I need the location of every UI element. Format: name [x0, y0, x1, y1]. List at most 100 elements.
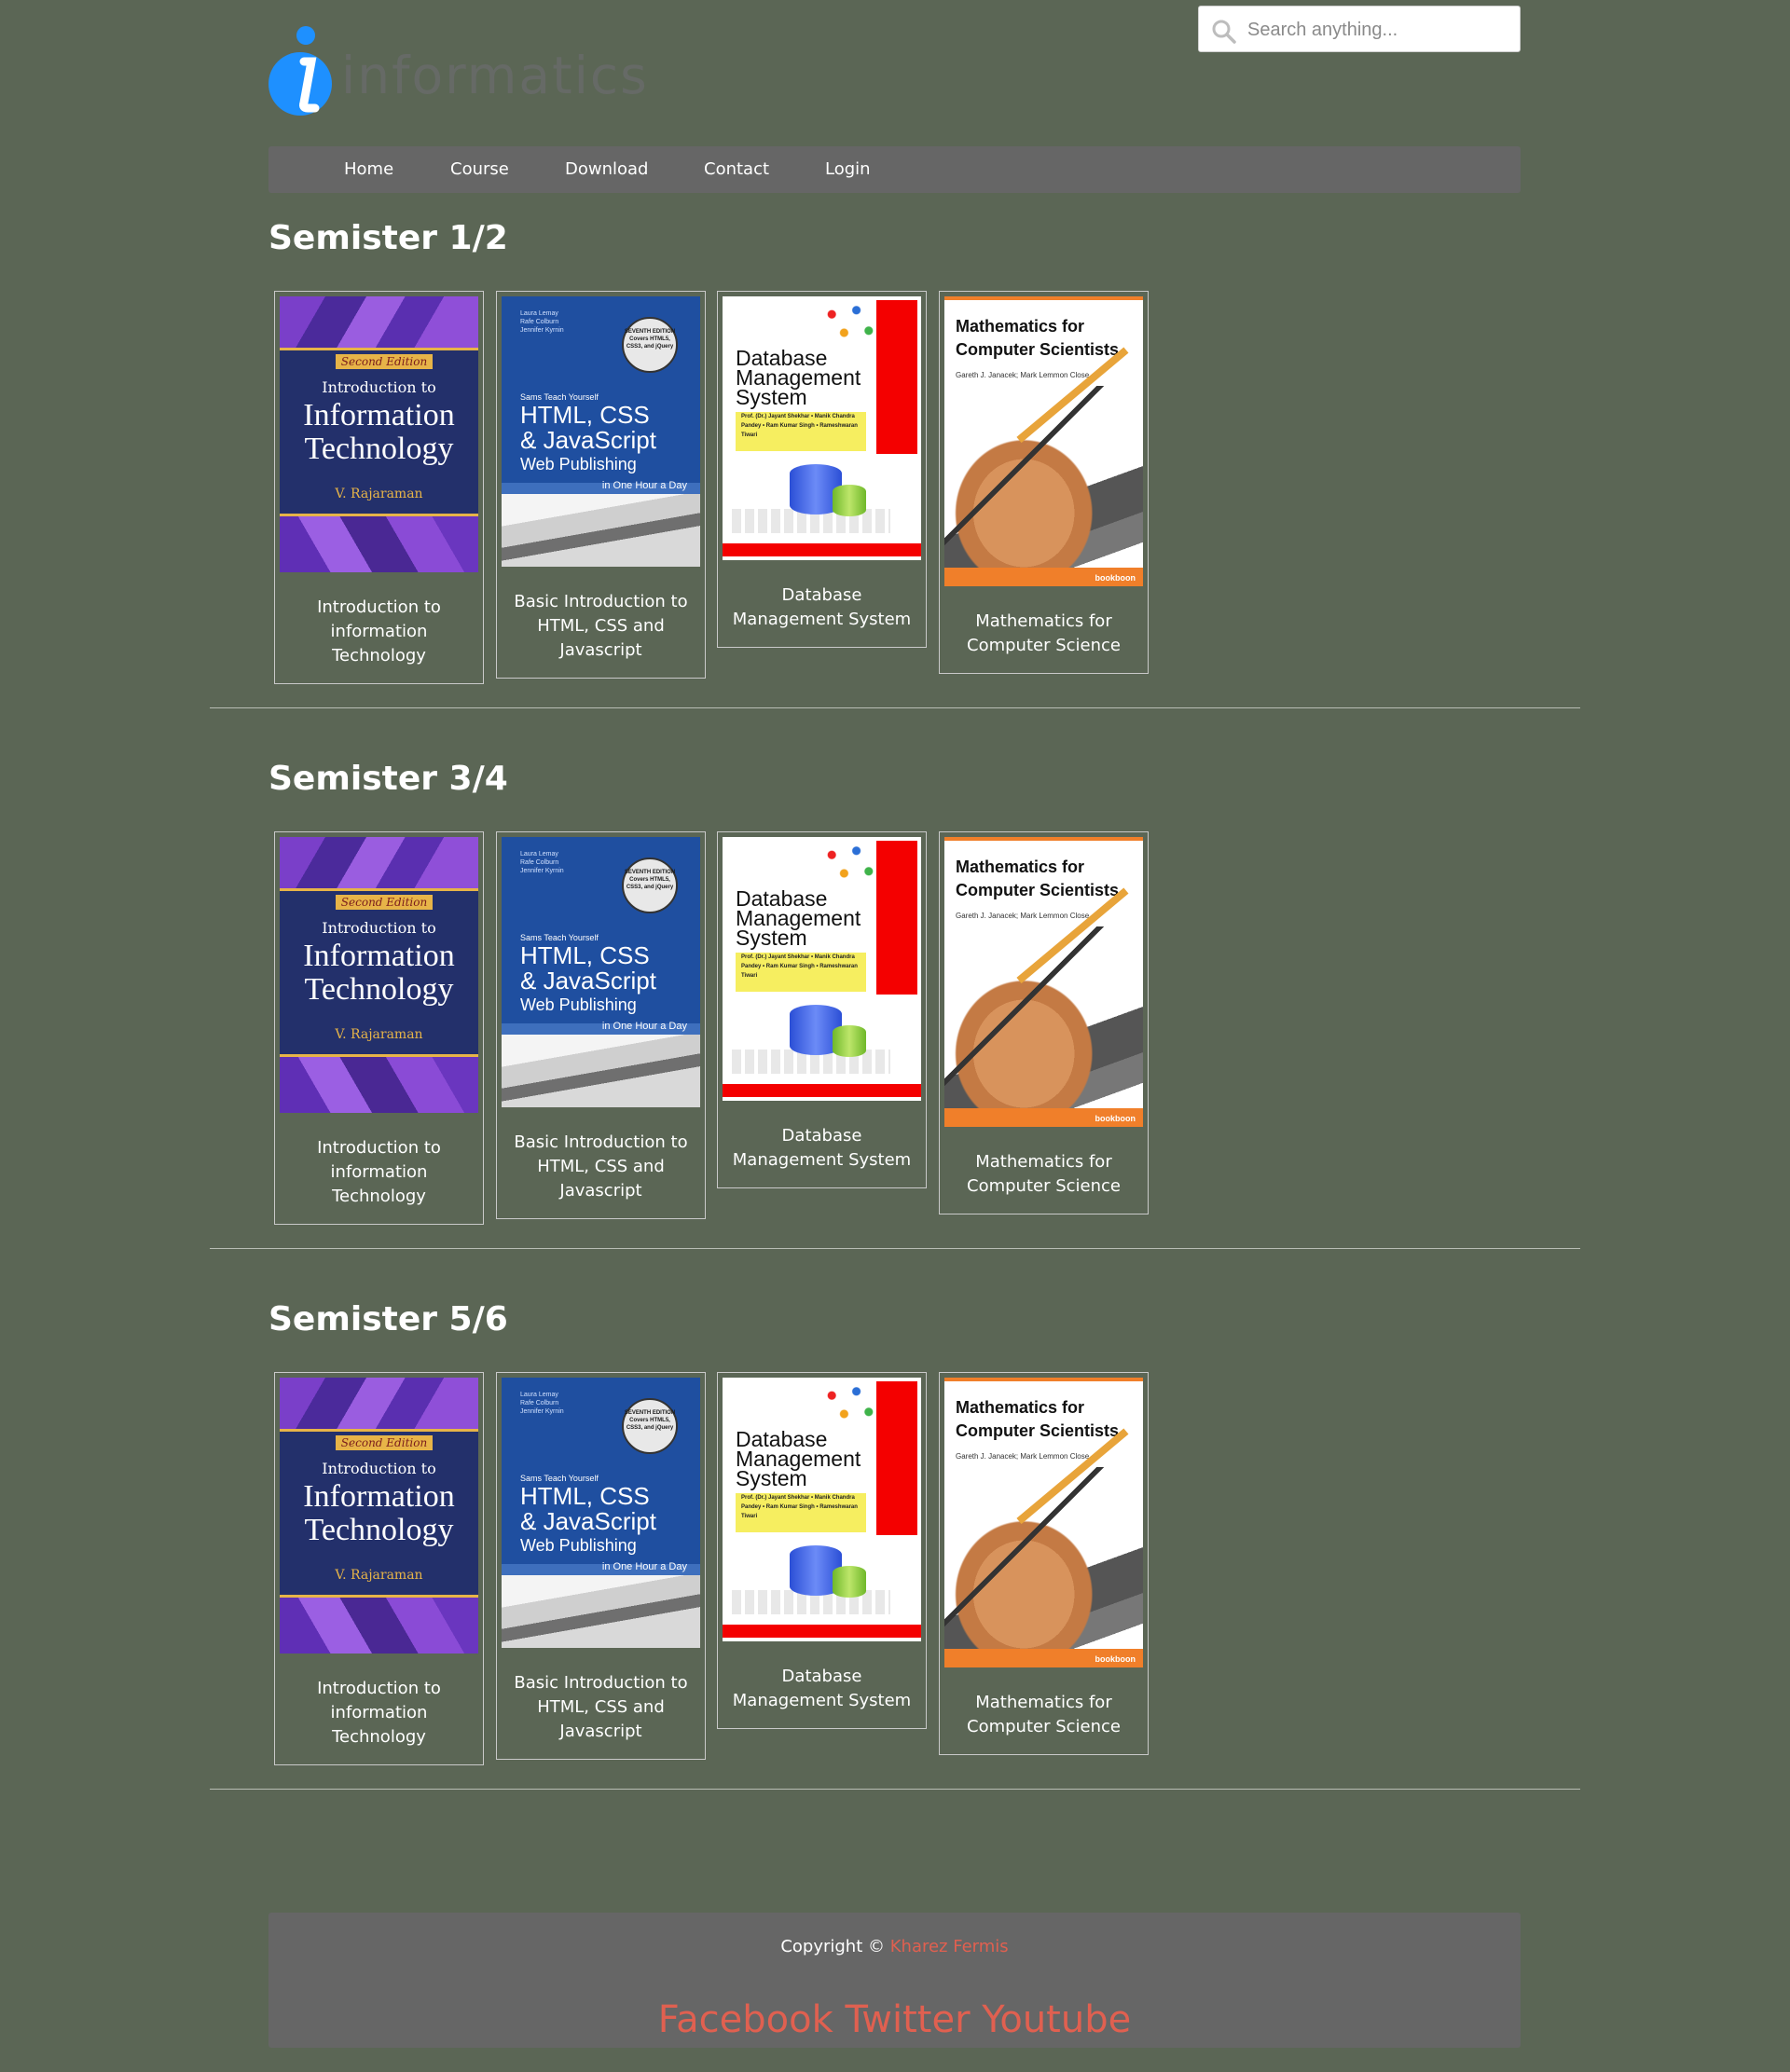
info-logo-icon: [268, 26, 332, 116]
cover-authors: Laura Lemay Rafe Colburn Jennifer Kyrnin: [520, 1392, 564, 1415]
search-icon: [1212, 20, 1236, 44]
book-card-it[interactable]: Second Edition Introduction to Informati…: [274, 291, 484, 684]
cover-edition: Second Edition: [336, 354, 433, 369]
cover-author: V. Rajaraman: [335, 487, 423, 501]
cover-tagline: in One Hour a Day: [601, 1561, 687, 1572]
book-cover-math[interactable]: Mathematics for Computer Scientists Garet…: [944, 1378, 1143, 1667]
book-card-math[interactable]: Mathematics for Computer Scientists Garet…: [939, 291, 1149, 674]
author-link[interactable]: Kharez Fermis: [890, 1937, 1009, 1956]
cover-subtitle: Web Publishing: [520, 995, 637, 1014]
book-cover-it[interactable]: Second Edition Introduction to Informati…: [280, 1378, 478, 1653]
book-cover-db[interactable]: Database Management System Prof. (Dr.) Jay…: [723, 837, 921, 1101]
book-card-it[interactable]: Second Edition Introduction to Informati…: [274, 1372, 484, 1765]
book-caption[interactable]: Mathematics for Computer Science: [944, 1667, 1143, 1754]
search-input[interactable]: [1246, 7, 1515, 53]
cover-line1: Introduction to: [322, 378, 436, 396]
cover-title: Database Management System: [736, 1427, 861, 1490]
social-links: Facebook Twitter Youtube: [268, 1998, 1521, 2041]
cover-authors: Prof. (Dr.) Jayant Shekhar • Manik Chand…: [736, 412, 866, 451]
cover-authors: Prof. (Dr.) Jayant Shekhar • Manik Chand…: [736, 1493, 866, 1532]
book-card-db[interactable]: Database Management System Prof. (Dr.) Jay…: [717, 831, 927, 1188]
cover-title: Mathematics for Computer Scientists: [956, 858, 1120, 899]
section-divider: [210, 1248, 1580, 1249]
cover-badge: SEVENTH EDITION Covers HTML5, CSS3, and …: [622, 1398, 678, 1454]
book-cover-db[interactable]: Database Management System Prof. (Dr.) Jay…: [723, 1378, 921, 1641]
site-logo[interactable]: informatics: [268, 26, 660, 119]
book-caption[interactable]: Database Management System: [723, 1641, 921, 1728]
book-caption[interactable]: Introduction to information Technology: [280, 572, 478, 683]
nav-course[interactable]: Course: [450, 146, 509, 193]
cover-tagline: in One Hour a Day: [601, 480, 687, 491]
book-card-math[interactable]: Mathematics for Computer Scientists Garet…: [939, 831, 1149, 1214]
cover-edition: Second Edition: [336, 895, 433, 910]
twitter-link[interactable]: Twitter: [845, 1998, 970, 2041]
book-card-it[interactable]: Second Edition Introduction to Informati…: [274, 831, 484, 1225]
book-caption[interactable]: Database Management System: [723, 1101, 921, 1187]
book-card-html[interactable]: Laura Lemay Rafe Colburn Jennifer Kyrnin…: [496, 831, 706, 1219]
section-title: Semister 1/2: [268, 219, 508, 257]
cover-title: Database Management System: [736, 886, 861, 950]
book-cover-html[interactable]: Laura Lemay Rafe Colburn Jennifer Kyrnin…: [502, 837, 700, 1107]
cover-publisher: bookboon: [1095, 1654, 1136, 1664]
site-name: informatics: [341, 46, 649, 105]
book-card-db[interactable]: Database Management System Prof. (Dr.) Jay…: [717, 1372, 927, 1729]
book-cover-db[interactable]: Database Management System Prof. (Dr.) Jay…: [723, 296, 921, 560]
section-divider: [210, 1789, 1580, 1790]
facebook-link[interactable]: Facebook: [658, 1998, 833, 2041]
cover-title: Mathematics for Computer Scientists: [956, 1398, 1120, 1440]
site-footer: Copyright © Kharez Fermis Facebook Twitt…: [268, 1913, 1521, 2048]
cover-authors: Prof. (Dr.) Jayant Shekhar • Manik Chand…: [736, 953, 866, 992]
cover-line1: Introduction to: [322, 1460, 436, 1477]
book-cover-html[interactable]: Laura Lemay Rafe Colburn Jennifer Kyrnin…: [502, 1378, 700, 1648]
cover-author: Gareth J. Janacek; Mark Lemmon Close: [956, 371, 1090, 379]
cover-title: HTML, CSS & JavaScript: [520, 401, 656, 454]
book-cover-it[interactable]: Second Edition Introduction to Informati…: [280, 837, 478, 1113]
cover-line1: Introduction to: [322, 919, 436, 937]
book-cover-math[interactable]: Mathematics for Computer Scientists Garet…: [944, 296, 1143, 586]
book-card-html[interactable]: Laura Lemay Rafe Colburn Jennifer Kyrnin…: [496, 291, 706, 679]
book-caption[interactable]: Introduction to information Technology: [280, 1113, 478, 1224]
cover-authors: Laura Lemay Rafe Colburn Jennifer Kyrnin: [520, 851, 564, 874]
cover-title: HTML, CSS & JavaScript: [520, 941, 656, 995]
section-divider: [210, 707, 1580, 708]
nav-login[interactable]: Login: [825, 146, 871, 193]
book-card-html[interactable]: Laura Lemay Rafe Colburn Jennifer Kyrnin…: [496, 1372, 706, 1760]
book-cover-it[interactable]: Second Edition Introduction to Informati…: [280, 296, 478, 572]
nav-home[interactable]: Home: [344, 146, 393, 193]
cover-tagline: in One Hour a Day: [601, 1021, 687, 1032]
cover-title: Information Technology: [303, 1479, 455, 1547]
book-caption[interactable]: Basic Introduction to HTML, CSS and Java…: [502, 567, 700, 678]
search-box[interactable]: [1198, 6, 1521, 53]
book-caption[interactable]: Mathematics for Computer Science: [944, 586, 1143, 673]
main-nav: Home Course Download Contact Login: [268, 146, 1521, 193]
nav-download[interactable]: Download: [565, 146, 648, 193]
cover-publisher: bookboon: [1095, 573, 1136, 583]
book-caption[interactable]: Basic Introduction to HTML, CSS and Java…: [502, 1648, 700, 1759]
book-cover-html[interactable]: Laura Lemay Rafe Colburn Jennifer Kyrnin…: [502, 296, 700, 567]
cover-author: V. Rajaraman: [335, 1568, 423, 1583]
copyright-text: Copyright ©: [780, 1937, 885, 1956]
cover-author: Gareth J. Janacek; Mark Lemmon Close: [956, 1452, 1090, 1461]
cover-title: HTML, CSS & JavaScript: [520, 1482, 656, 1535]
cover-author: V. Rajaraman: [335, 1027, 423, 1042]
cover-publisher: bookboon: [1095, 1114, 1136, 1123]
book-caption[interactable]: Database Management System: [723, 560, 921, 647]
book-card-math[interactable]: Mathematics for Computer Scientists Garet…: [939, 1372, 1149, 1755]
cover-authors: Laura Lemay Rafe Colburn Jennifer Kyrnin: [520, 310, 564, 334]
cover-title: Database Management System: [736, 346, 861, 409]
cover-title: Information Technology: [303, 939, 455, 1007]
cover-author: Gareth J. Janacek; Mark Lemmon Close: [956, 912, 1090, 920]
book-caption[interactable]: Introduction to information Technology: [280, 1653, 478, 1764]
book-card-db[interactable]: Database Management System Prof. (Dr.) Jay…: [717, 291, 927, 648]
book-caption[interactable]: Mathematics for Computer Science: [944, 1127, 1143, 1214]
cover-title: Mathematics for Computer Scientists: [956, 317, 1120, 359]
cover-edition: Second Edition: [336, 1435, 433, 1450]
cover-title: Information Technology: [303, 398, 455, 466]
nav-contact[interactable]: Contact: [704, 146, 769, 193]
section-title: Semister 5/6: [268, 1300, 508, 1338]
book-cover-math[interactable]: Mathematics for Computer Scientists Garet…: [944, 837, 1143, 1127]
book-caption[interactable]: Basic Introduction to HTML, CSS and Java…: [502, 1107, 700, 1218]
cover-subtitle: Web Publishing: [520, 455, 637, 473]
youtube-link[interactable]: Youtube: [982, 1998, 1131, 2041]
cover-subtitle: Web Publishing: [520, 1536, 637, 1555]
